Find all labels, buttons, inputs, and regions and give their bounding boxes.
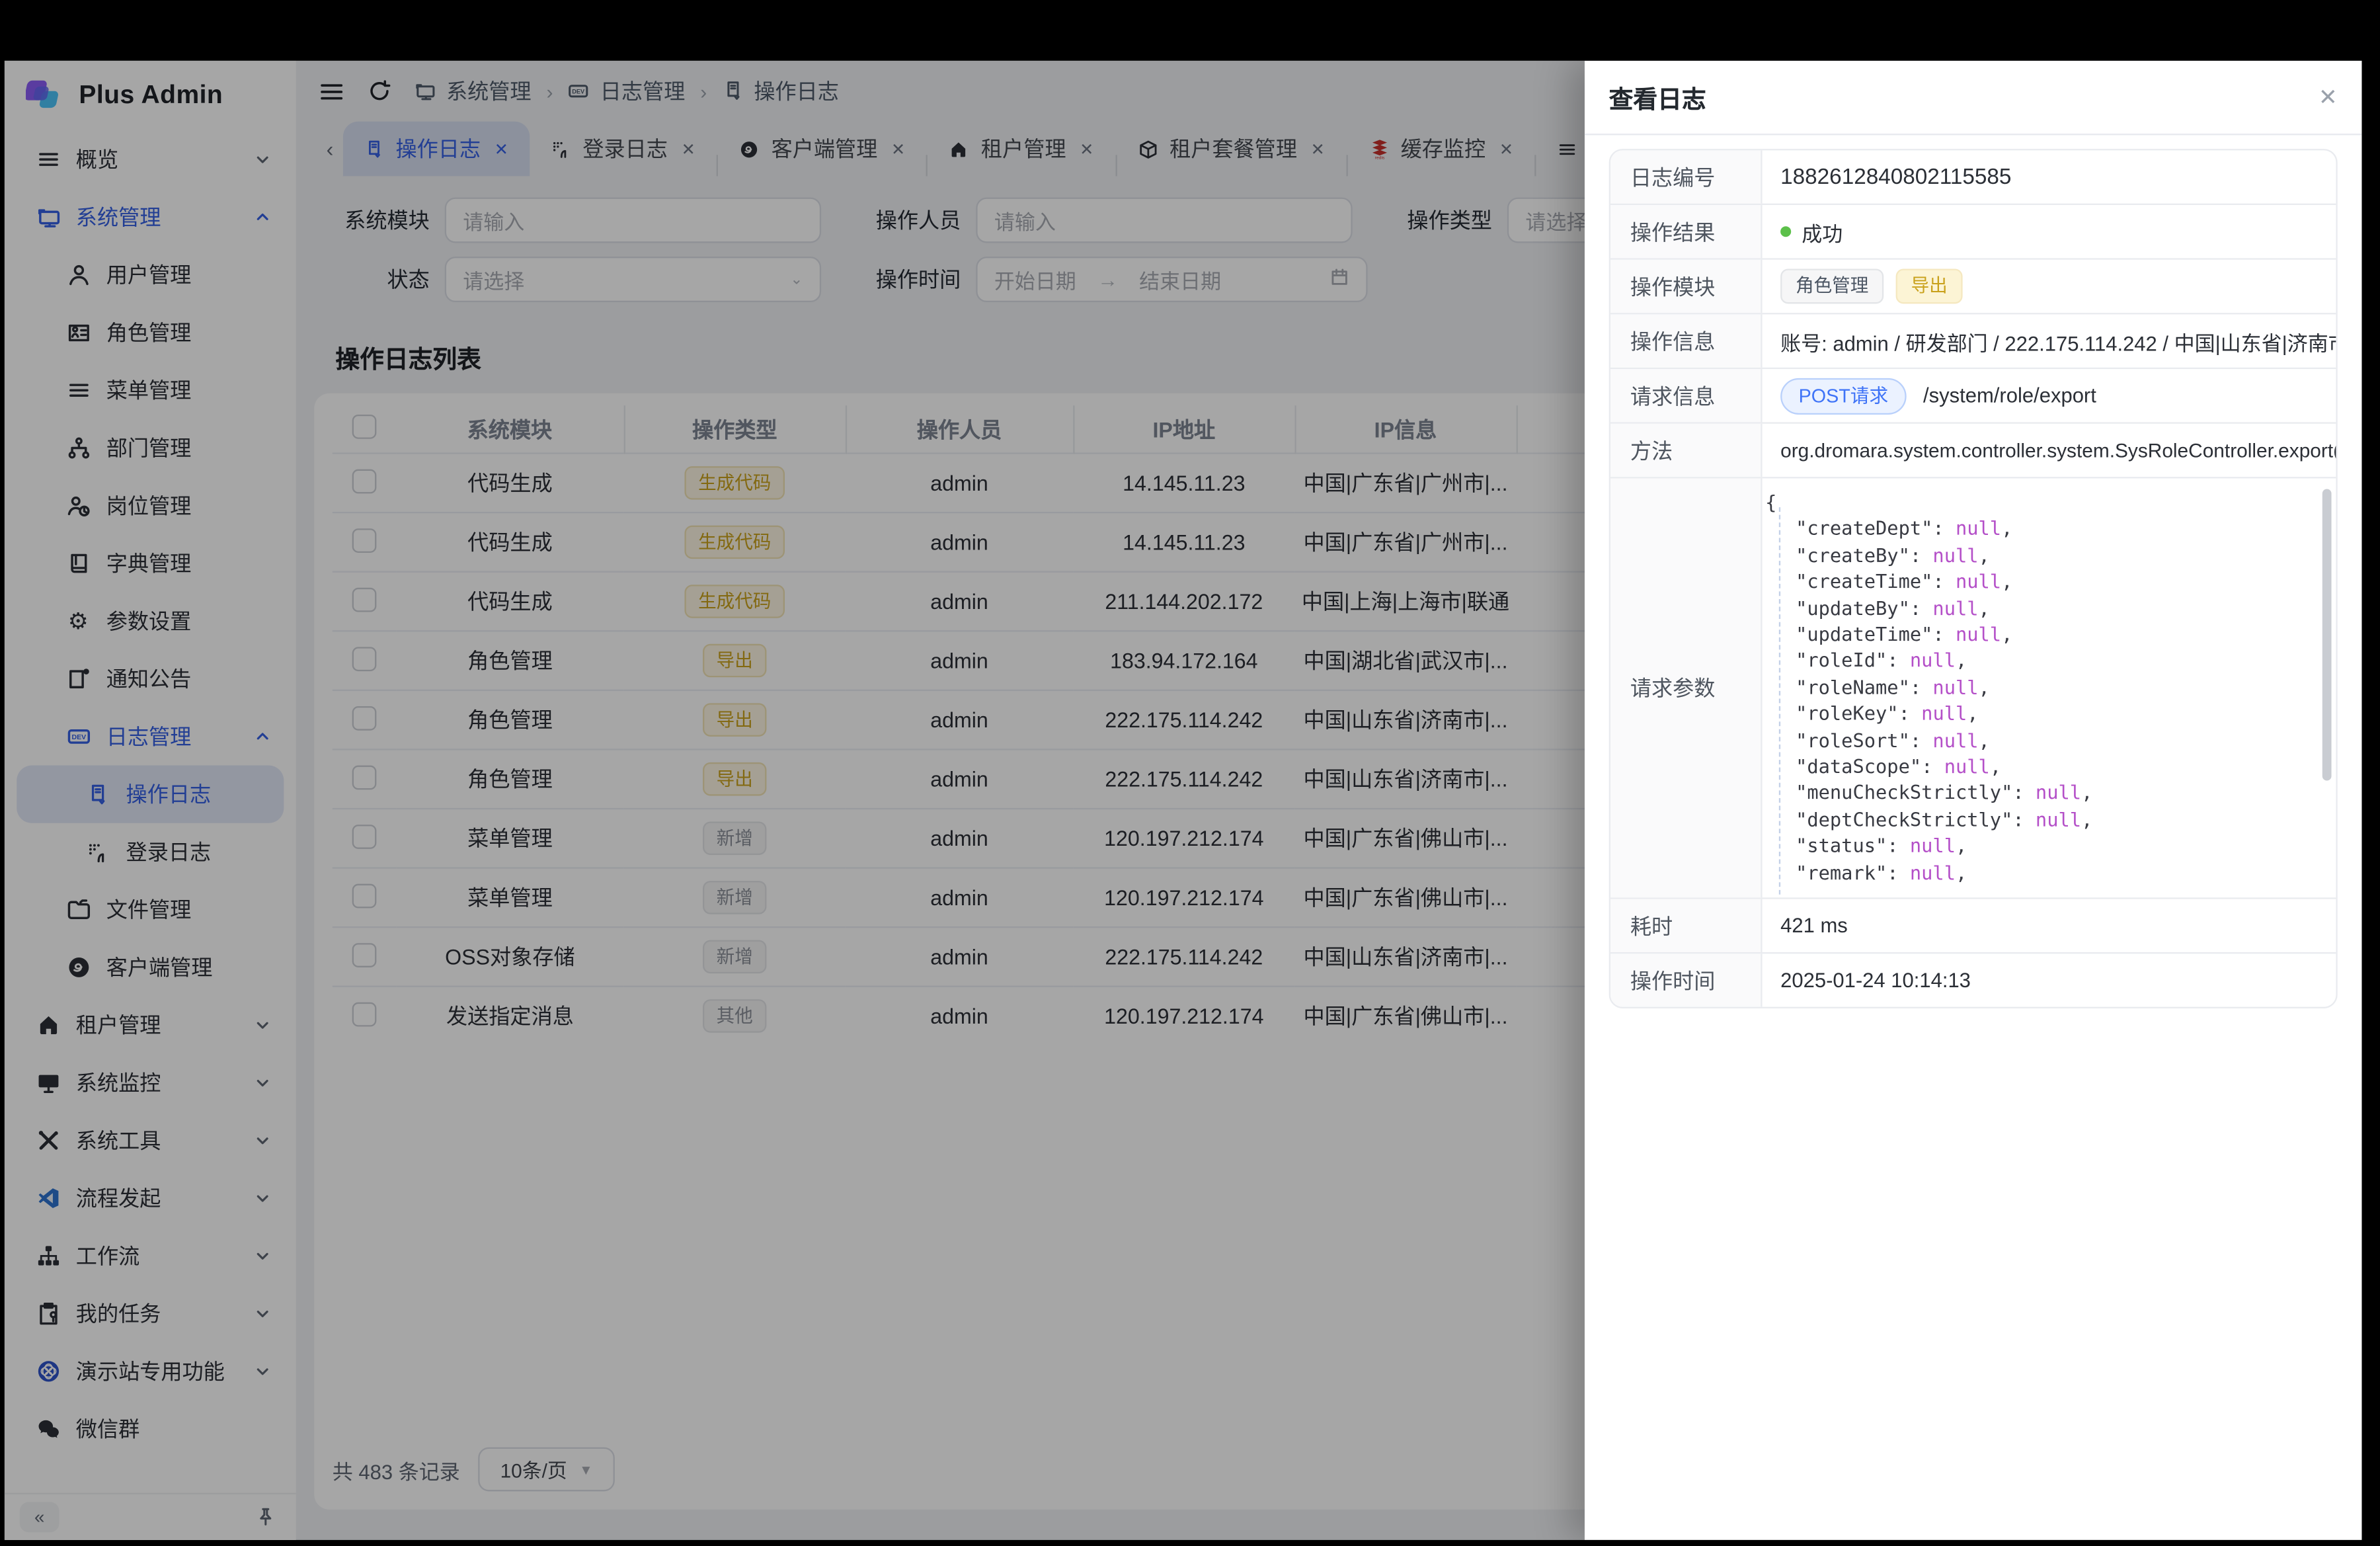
- drawer-header: 查看日志 ✕: [1585, 61, 2362, 136]
- detail-label: 耗时: [1610, 899, 1763, 952]
- json-line: "dataScope": null,: [1765, 753, 2315, 780]
- detail-value: { "createDept": null, "createBy": null, …: [1763, 478, 2336, 897]
- detail-row-request: 请求信息 POST请求 /system/role/export: [1610, 369, 2336, 424]
- detail-row-params: 请求参数 { "createDept": null, "createBy": n…: [1610, 478, 2336, 899]
- post-request-tag: POST请求: [1780, 378, 1907, 414]
- json-line: {: [1765, 489, 2315, 516]
- app-window: Plus Admin 概览 系统管理 用户管理 角色管理: [5, 61, 2362, 1540]
- detail-value: org.dromara.system.controller.system.Sys…: [1763, 424, 2336, 477]
- json-line: "roleId": null,: [1765, 647, 2315, 674]
- detail-label: 请求信息: [1610, 369, 1763, 422]
- detail-row-log-id: 日志编号 1882612840802115585: [1610, 150, 2336, 205]
- json-line: "menuCheckStrictly": null,: [1765, 780, 2315, 806]
- json-line: "remark": null,: [1765, 859, 2315, 885]
- detail-row-method: 方法 org.dromara.system.controller.system.…: [1610, 424, 2336, 479]
- json-line: "createDept": null,: [1765, 516, 2315, 542]
- detail-label: 请求参数: [1610, 478, 1763, 897]
- json-line: "roleName": null,: [1765, 674, 2315, 700]
- detail-value: 1882612840802115585: [1763, 150, 2336, 203]
- view-log-drawer: 查看日志 ✕ 日志编号 1882612840802115585 操作结果 成功 …: [1585, 61, 2362, 1540]
- detail-value: POST请求 /system/role/export: [1763, 369, 2336, 422]
- log-detail-table: 日志编号 1882612840802115585 操作结果 成功 操作模块 角色…: [1609, 149, 2338, 1008]
- json-line: "createTime": null,: [1765, 568, 2315, 594]
- detail-value: 账号: admin / 研发部门 / 222.175.114.242 / 中国|…: [1763, 314, 2336, 367]
- detail-value: 角色管理 导出: [1763, 260, 2336, 313]
- json-line: "status": null,: [1765, 833, 2315, 859]
- indent-guide: [1779, 507, 1780, 895]
- detail-value: 421 ms: [1763, 899, 2336, 952]
- request-params-json[interactable]: { "createDept": null, "createBy": null, …: [1763, 478, 2336, 897]
- json-line: "updateBy": null,: [1765, 594, 2315, 621]
- detail-row-result: 操作结果 成功: [1610, 205, 2336, 260]
- json-line: "createBy": null,: [1765, 542, 2315, 568]
- detail-label: 操作信息: [1610, 314, 1763, 367]
- status-text: 成功: [1802, 216, 1843, 247]
- json-line: "roleSort": null,: [1765, 727, 2315, 753]
- drawer-body: 日志编号 1882612840802115585 操作结果 成功 操作模块 角色…: [1585, 135, 2362, 1008]
- detail-label: 操作模块: [1610, 260, 1763, 313]
- detail-row-op-time: 操作时间 2025-01-24 10:14:13: [1610, 954, 2336, 1006]
- detail-row-module: 操作模块 角色管理 导出: [1610, 260, 2336, 315]
- drawer-title: 查看日志: [1609, 79, 1706, 115]
- scrollbar-thumb[interactable]: [2322, 489, 2332, 781]
- request-url: /system/role/export: [1923, 384, 2096, 407]
- detail-label: 操作结果: [1610, 205, 1763, 258]
- screen: Plus Admin 概览 系统管理 用户管理 角色管理: [0, 0, 2380, 1546]
- detail-label: 方法: [1610, 424, 1763, 477]
- module-tag: 角色管理: [1780, 269, 1884, 304]
- detail-row-duration: 耗时 421 ms: [1610, 899, 2336, 954]
- status-dot-success: [1780, 226, 1791, 237]
- export-tag: 导出: [1896, 269, 1963, 304]
- json-line: "updateTime": null,: [1765, 621, 2315, 647]
- json-line: "deptCheckStrictly": null,: [1765, 806, 2315, 833]
- detail-value: 成功: [1763, 205, 2336, 258]
- detail-label: 操作时间: [1610, 954, 1763, 1006]
- detail-value: 2025-01-24 10:14:13: [1763, 954, 2336, 1006]
- json-line: "roleKey": null,: [1765, 700, 2315, 727]
- detail-label: 日志编号: [1610, 150, 1763, 203]
- close-icon[interactable]: ✕: [2319, 86, 2338, 108]
- detail-row-op-info: 操作信息 账号: admin / 研发部门 / 222.175.114.242 …: [1610, 314, 2336, 369]
